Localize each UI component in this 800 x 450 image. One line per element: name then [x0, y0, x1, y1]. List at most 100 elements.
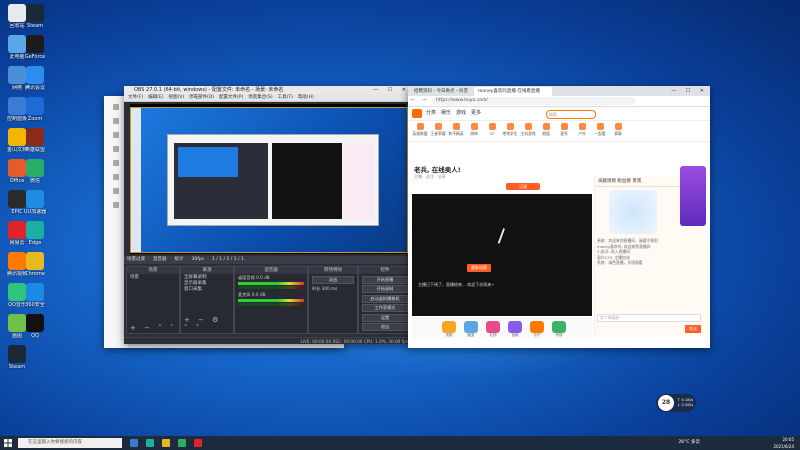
obs-tab[interactable]: 统计	[175, 257, 184, 262]
obs-menu-item[interactable]: 编辑(E)	[148, 95, 163, 100]
obs-menu-item[interactable]: 视图(V)	[168, 95, 184, 100]
desktop-icon[interactable]: Edge	[18, 221, 52, 246]
desktop-icon[interactable]: Chrome	[18, 252, 52, 277]
start-windows-icon[interactable]	[4, 439, 12, 447]
control-button[interactable]: 退出	[362, 323, 408, 331]
obs-menu-item[interactable]: 文件(F)	[128, 95, 143, 100]
category-item[interactable]: 和平精英	[448, 123, 464, 137]
site-nav-item[interactable]: 分类	[426, 110, 436, 116]
control-button[interactable]: 启动虚拟摄像机	[362, 294, 408, 303]
obs-menu-item[interactable]: 帮助(H)	[298, 95, 314, 100]
taskbar-weather[interactable]: 26°C 多云	[678, 439, 700, 447]
browser-window[interactable]: 招聘资料 - 今日奇点 - 抖音 money喜欢吗直播 在线看直播 — ☐ ✕ …	[408, 86, 710, 348]
gift-icon[interactable]	[442, 321, 456, 333]
desktop-icon[interactable]: QQ	[18, 314, 52, 339]
category-item[interactable]: 王者荣耀	[430, 123, 446, 137]
obs-tab[interactable]: 场景过渡	[127, 257, 145, 262]
site-nav-item[interactable]: 更多	[471, 110, 481, 116]
obs-menu-item[interactable]: 场景集合(S)	[248, 95, 272, 100]
taskbar-app-icon[interactable]	[162, 439, 170, 447]
video-reload-button[interactable]: 重新加载	[467, 264, 491, 272]
gift-icon[interactable]	[530, 321, 544, 333]
site-nav-item[interactable]: 游戏	[456, 110, 466, 116]
scenes-toolbar[interactable]: + − ˄ ˅	[130, 324, 176, 332]
obs-preview[interactable]	[130, 104, 408, 254]
mixer-list[interactable]: 桌面音频 0.0 dB 麦克风 0.0 dB	[235, 274, 307, 308]
desktop-icon[interactable]: 360安全	[18, 283, 52, 308]
desktop-icon[interactable]: 微信	[18, 159, 52, 184]
obs-title-bar[interactable]: OBS 27.0.1 (64-bit, windows) - 配置文件: 未命名…	[124, 86, 412, 94]
obs-tab[interactable]: 30fps	[192, 257, 205, 262]
url-field[interactable]: https://www.huya.com/	[432, 97, 636, 105]
video-player[interactable]: 重新加载 主播已下线了，直播结束... 欢迎下次再来~	[412, 194, 592, 316]
control-button[interactable]: 开始直播	[362, 275, 408, 284]
obs-tab[interactable]: 混音器	[153, 257, 167, 262]
category-item[interactable]: 颜值	[538, 123, 554, 137]
controls-dock[interactable]: 控件 开始直播 开始录制 启动虚拟摄像机 工作室模式 设置 退出	[358, 266, 412, 334]
duration-row[interactable]: 时长 300 ms	[309, 285, 357, 293]
category-item[interactable]: CF	[484, 123, 500, 136]
obs-menu-item[interactable]: 配置文件(P)	[219, 95, 243, 100]
obs-window-controls[interactable]: — ☐ ✕	[373, 86, 410, 94]
obs-tab[interactable]: 1 / 1 / 1 / 1 / 1	[212, 257, 244, 262]
desktop-icon[interactable]: Steam	[18, 4, 52, 29]
site-nav-item[interactable]: 娱乐	[441, 110, 451, 116]
control-button[interactable]: 开始录制	[362, 285, 408, 293]
mixer-dock[interactable]: 混音器 桌面音频 0.0 dB 麦克风 0.0 dB	[234, 266, 308, 334]
event-badge[interactable]	[680, 166, 706, 226]
controls-list[interactable]: 开始直播 开始录制 启动虚拟摄像机 工作室模式 设置 退出	[359, 275, 411, 331]
scenes-list[interactable]: 场景	[127, 274, 179, 282]
control-button[interactable]: 设置	[362, 313, 408, 322]
gift-icon[interactable]	[552, 321, 566, 333]
category-item[interactable]: 主机游戏	[520, 123, 536, 137]
gift-icon[interactable]	[508, 321, 522, 333]
site-nav-items: 分类 娱乐 游戏 更多	[426, 107, 486, 120]
duration-value[interactable]: 300 ms	[322, 286, 338, 291]
desktop-icon[interactable]: Zoom	[18, 97, 52, 122]
send-button[interactable]: 发送	[685, 325, 701, 333]
sources-toolbar[interactable]: + − ⚙ ˄ ˅	[184, 316, 233, 332]
browser-window-controls[interactable]: — ☐ ✕	[671, 86, 708, 96]
follow-button[interactable]: 订阅	[506, 183, 540, 190]
site-search-input[interactable]: 搜索	[546, 110, 596, 119]
gift-icon[interactable]	[486, 321, 500, 333]
taskbar-app-icon[interactable]	[194, 439, 202, 447]
desktop-icon[interactable]: GeForce	[18, 35, 52, 60]
taskbar-app-icon[interactable]	[178, 439, 186, 447]
category-item[interactable]: 原神	[466, 123, 482, 137]
scenes-dock[interactable]: 场景 场景 + − ˄ ˅	[126, 266, 180, 334]
taskbar-search[interactable]: 在这里输入你要搜索的内容	[18, 438, 122, 448]
category-label: 赛事	[614, 131, 622, 136]
taskbar-app-icon[interactable]	[146, 439, 154, 447]
category-item[interactable]: 英雄联盟	[412, 123, 428, 137]
desktop-icon[interactable]: Steam	[0, 345, 34, 370]
obs-menu-item[interactable]: 停靠部件(D)	[189, 95, 214, 100]
category-item[interactable]: 星秀	[556, 123, 572, 137]
taskbar-app-icon[interactable]	[130, 439, 138, 447]
chat-input[interactable]: 发个弹幕吧~	[597, 314, 701, 322]
scene-item[interactable]: 场景	[130, 275, 176, 281]
taskbar-clock[interactable]: 20:05 2021/6/24	[773, 436, 794, 450]
transition-select[interactable]: 淡出	[312, 275, 354, 284]
sources-dock[interactable]: 来源 全屏幕录制 显示器采集 窗口采集 + − ⚙ ˄ ˅	[180, 266, 234, 334]
gift-icon[interactable]	[464, 321, 478, 333]
mixer-channel[interactable]: 桌面音频 0.0 dB	[235, 274, 307, 291]
network-speed-widget[interactable]: 28 ↑ 0.1K/s ↓ 0.2K/s	[656, 394, 696, 412]
category-item[interactable]: 一起看	[592, 123, 608, 137]
obs-menu-item[interactable]: 工具(T)	[278, 95, 293, 100]
sources-list[interactable]: 全屏幕录制 显示器采集 窗口采集	[181, 274, 233, 294]
transition-dock[interactable]: 转场特效 淡出 时长 300 ms	[308, 266, 358, 334]
desktop-icon[interactable]: 腾讯会议	[18, 66, 52, 91]
browser-tab-0[interactable]: 招聘资料 - 今日奇点 - 抖音	[410, 87, 480, 96]
browser-tab-1[interactable]: money喜欢吗直播 在线看直播	[474, 87, 552, 96]
mixer-channel[interactable]: 麦克风 0.0 dB	[235, 291, 307, 308]
category-item[interactable]: 户外	[574, 123, 590, 137]
source-item[interactable]: 窗口采集	[184, 287, 230, 293]
obs-window[interactable]: OBS 27.0.1 (64-bit, windows) - 配置文件: 未命名…	[124, 86, 415, 344]
category-item[interactable]: 赛事	[610, 123, 626, 137]
site-logo-icon[interactable]	[412, 109, 422, 118]
category-item[interactable]: 绝地求生	[502, 123, 518, 137]
desktop-icon[interactable]: 英雄联盟	[18, 128, 52, 153]
control-button[interactable]: 工作室模式	[362, 304, 408, 312]
desktop-icon[interactable]: UU加速器	[18, 190, 52, 215]
